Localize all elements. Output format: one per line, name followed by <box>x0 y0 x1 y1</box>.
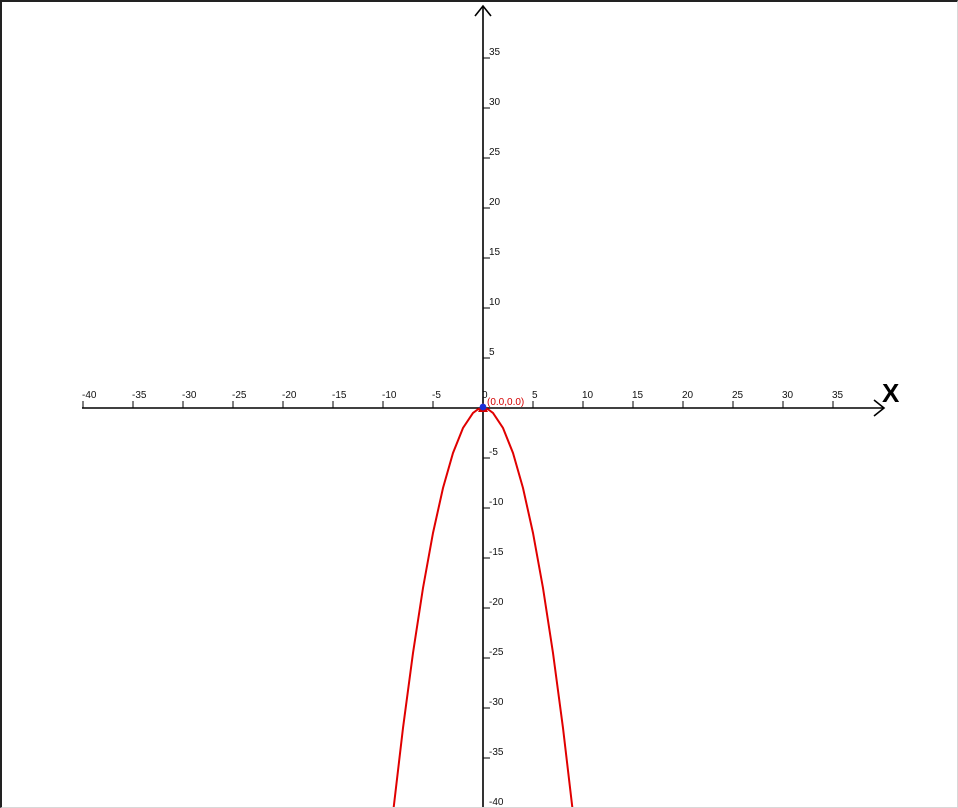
x-tick-label: -40 <box>82 390 97 401</box>
x-tick-label: 5 <box>532 390 538 401</box>
x-tick-label: -10 <box>382 390 397 401</box>
x-tick-label: 15 <box>632 390 644 401</box>
x-axis-label: X <box>882 378 900 408</box>
y-tick-label: 5 <box>489 347 495 358</box>
y-tick-label: -5 <box>489 447 498 458</box>
point-label: (0.0,0.0) <box>487 397 524 408</box>
function-plot: X -40 -35 -30 -25 -20 -15 -10 -5 0 5 10 15 20 25 30 35 … <box>82 4 900 807</box>
x-tick-label: 30 <box>782 390 794 401</box>
y-tick-label: 35 <box>489 47 501 58</box>
y-tick-label: -30 <box>489 697 504 708</box>
y-tick-label: 30 <box>489 97 501 108</box>
x-tick-label: -5 <box>432 390 441 401</box>
plot-frame: X -40 -35 -30 -25 -20 -15 -10 -5 0 5 10 15 20 25 30 35 … <box>0 0 958 808</box>
x-axis-ticks: -40 -35 -30 -25 -20 -15 -10 -5 0 5 10 15 20 25 30 35 <box>82 390 844 408</box>
y-tick-label: 10 <box>489 297 501 308</box>
x-tick-label: -20 <box>282 390 297 401</box>
y-axis-ticks: 35 30 25 20 15 10 5 -5 -10 -15 -20 -25 -30 -35 -40 <box>483 47 504 807</box>
x-tick-label: -30 <box>182 390 197 401</box>
x-tick-label: -35 <box>132 390 147 401</box>
y-tick-label: -35 <box>489 747 504 758</box>
x-tick-label: -25 <box>232 390 247 401</box>
x-tick-label: 25 <box>732 390 744 401</box>
y-tick-label: -15 <box>489 547 504 558</box>
y-tick-label: 15 <box>489 247 501 258</box>
y-tick-label: -20 <box>489 597 504 608</box>
x-tick-label: 20 <box>682 390 694 401</box>
y-tick-label: 25 <box>489 147 501 158</box>
x-tick-label: -15 <box>332 390 347 401</box>
y-tick-label: -40 <box>489 797 504 807</box>
x-tick-label: 35 <box>832 390 844 401</box>
y-tick-label: 20 <box>489 197 501 208</box>
x-tick-label: 10 <box>582 390 594 401</box>
point-marker <box>479 403 487 411</box>
y-tick-label: -10 <box>489 497 504 508</box>
y-tick-label: -25 <box>489 647 504 658</box>
